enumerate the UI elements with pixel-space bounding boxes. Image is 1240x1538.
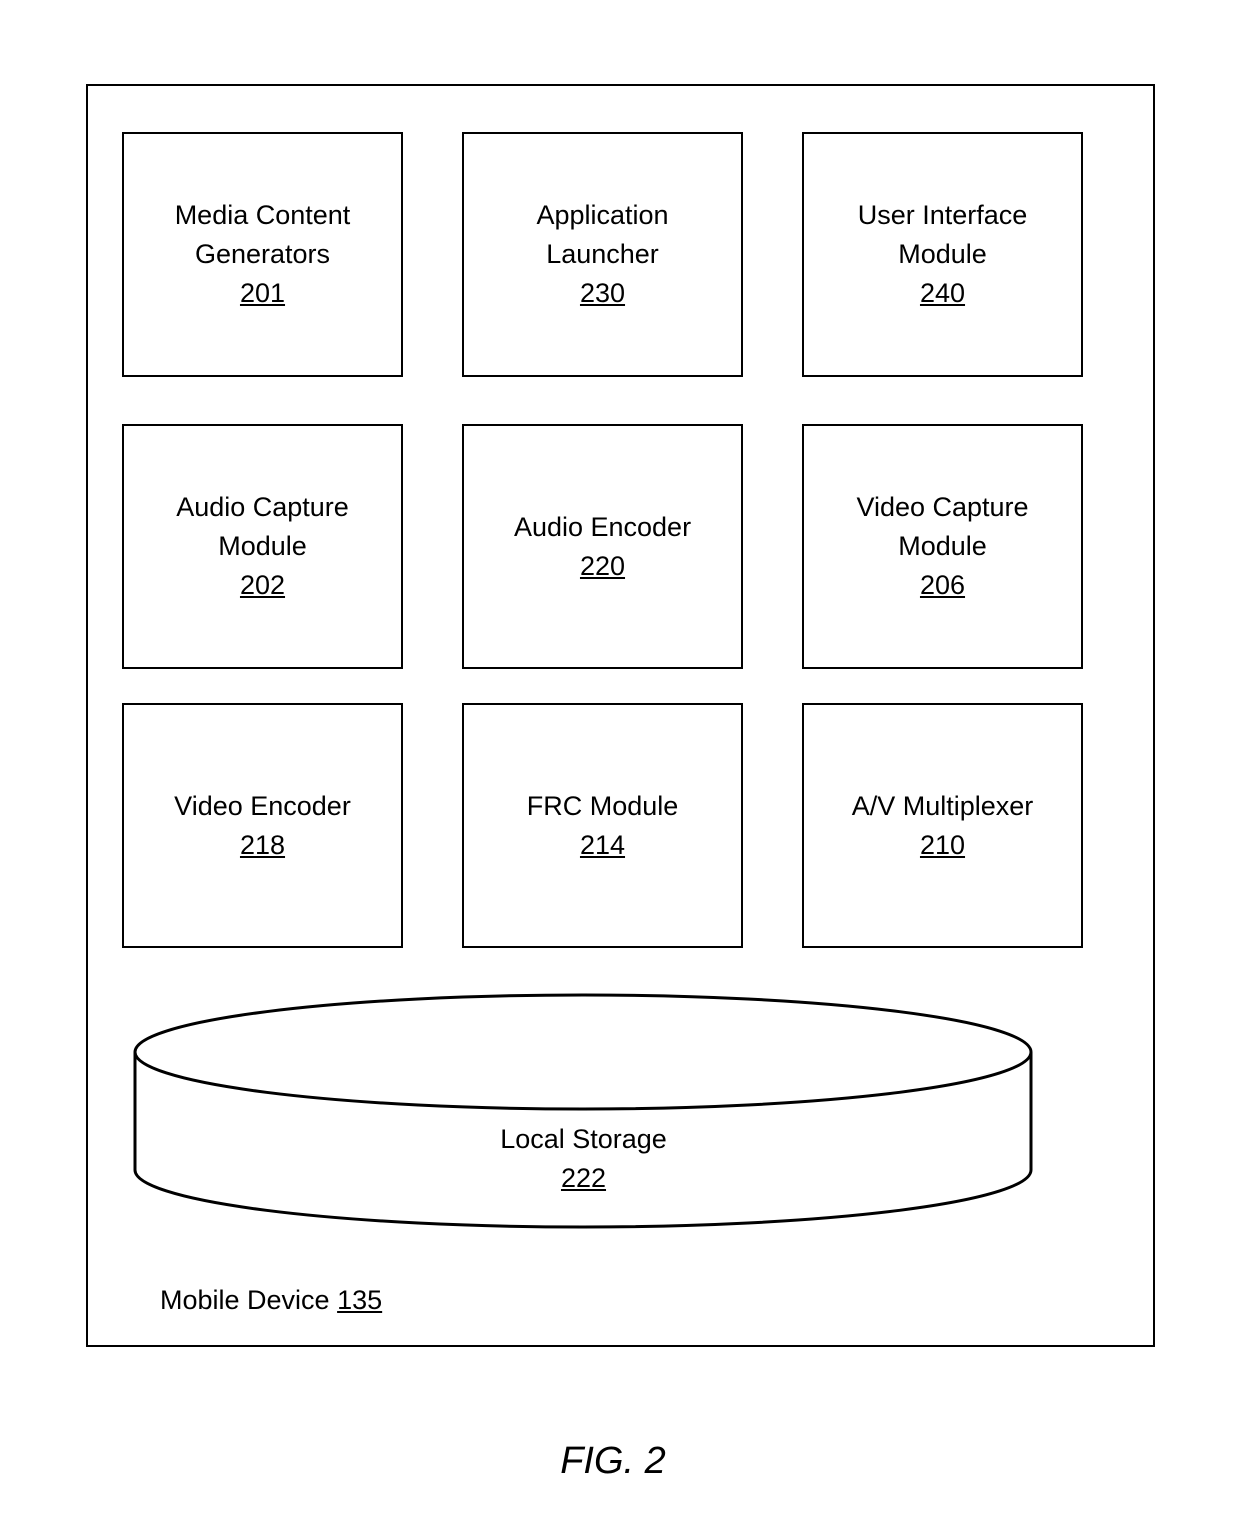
storage-name: Local Storage: [500, 1124, 667, 1154]
storage-number: 222: [560, 1163, 607, 1193]
cylinder-top: [133, 993, 1033, 1111]
local-storage-label: Local Storage 222: [135, 1120, 1032, 1198]
figure-caption: FIG. 2: [560, 1440, 666, 1482]
mobile-device-label: Mobile Device 135: [160, 1282, 382, 1318]
device-number: 135: [337, 1285, 383, 1315]
device-name: Mobile Device: [160, 1285, 330, 1315]
